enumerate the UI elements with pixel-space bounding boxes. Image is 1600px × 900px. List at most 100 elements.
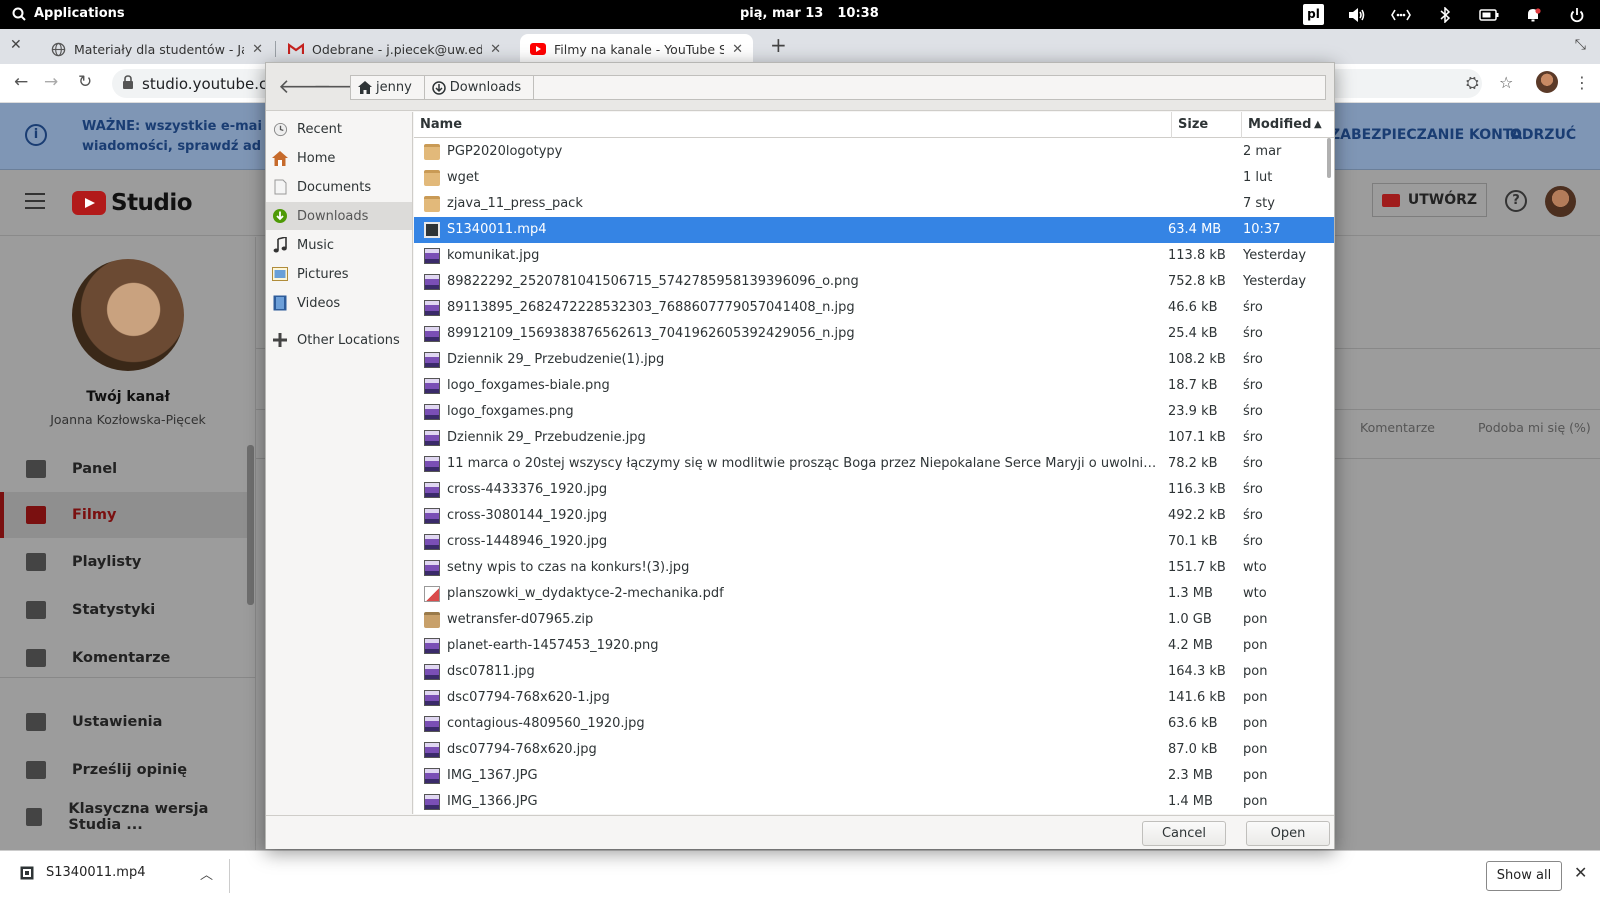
file-row[interactable]: Dziennik 29_ Przebudzenie(1).jpg 108.2 kB… — [414, 347, 1334, 373]
column-modified[interactable]: Modified ▲ — [1242, 112, 1328, 138]
restore-window-icon[interactable]: ⤡ — [1575, 37, 1586, 53]
file-name: wget — [447, 170, 479, 185]
cancel-button[interactable]: Cancel — [1142, 821, 1226, 846]
hamburger-menu-icon[interactable] — [25, 193, 45, 214]
file-row[interactable]: cross-1448946_1920.jpg 70.1 kB śro — [414, 529, 1334, 555]
tab-gmail[interactable]: Odebrane - j.piecek@uw.edu.pl ✕ — [278, 34, 511, 64]
file-row[interactable]: 89822292_2520781041506715_57427859581393… — [414, 269, 1334, 295]
place-music[interactable]: Music — [266, 231, 412, 259]
file-row[interactable]: 11 marca o 20stej wszyscy łączymy się w … — [414, 451, 1334, 477]
dismiss-button[interactable]: ODRZUĆ — [1510, 127, 1576, 143]
breadcrumb-home[interactable]: jenny — [351, 76, 425, 99]
file-row[interactable]: dsc07811.jpg 164.3 kB pon — [414, 659, 1334, 685]
column-size[interactable]: Size — [1172, 112, 1242, 138]
reload-icon[interactable]: ↻ — [78, 72, 92, 92]
sidebar-item-playlists[interactable]: Playlisty — [0, 539, 248, 585]
sidebar-item-classic-studio[interactable]: Klasyczna wersja Studia ... — [0, 794, 248, 840]
file-row[interactable]: cross-4433376_1920.jpg 116.3 kB śro — [414, 477, 1334, 503]
browser-profile-avatar[interactable] — [1536, 71, 1558, 93]
bluetooth-icon[interactable] — [1434, 4, 1456, 25]
chevron-up-icon[interactable]: ︿ — [200, 864, 213, 883]
place-pictures[interactable]: Pictures — [266, 260, 412, 288]
close-window-icon[interactable]: ✕ — [10, 37, 22, 53]
sidebar-item-comments[interactable]: Komentarze — [0, 635, 248, 681]
file-name: logo_foxgames.png — [447, 404, 574, 419]
open-button[interactable]: Open — [1246, 821, 1330, 846]
show-all-button[interactable]: Show all — [1486, 861, 1562, 891]
create-button[interactable]: UTWÓRZ — [1372, 183, 1487, 217]
network-icon[interactable] — [1390, 4, 1412, 25]
sidebar-item-panel[interactable]: Panel — [0, 446, 248, 492]
applications-menu[interactable]: Applications — [12, 6, 125, 21]
file-row[interactable]: Dziennik 29_ Przebudzenie.jpg 107.1 kB śro — [414, 425, 1334, 451]
place-documents[interactable]: Documents — [266, 173, 412, 201]
tab-materials[interactable]: Materiały dla studentów - Jan Kozłowski … — [40, 34, 273, 64]
account-avatar[interactable] — [1545, 186, 1576, 217]
file-row[interactable]: cross-3080144_1920.jpg 492.2 kB śro — [414, 503, 1334, 529]
sidebar-item-analytics[interactable]: Statystyki — [0, 587, 248, 633]
file-row[interactable]: planet-earth-1457453_1920.png 4.2 MB pon — [414, 633, 1334, 659]
bookmark-star-icon[interactable]: ☆ — [1499, 73, 1513, 92]
file-row[interactable]: dsc07794-768x620-1.jpg 141.6 kB pon — [414, 685, 1334, 711]
file-row[interactable]: contagious-4809560_1920.jpg 63.6 kB pon — [414, 711, 1334, 737]
place-downloads[interactable]: Downloads — [266, 202, 412, 230]
music-note-icon — [272, 237, 288, 253]
file-size: 113.8 kB — [1168, 248, 1226, 263]
column-name[interactable]: Name — [414, 112, 1172, 138]
channel-avatar[interactable] — [72, 259, 184, 371]
file-row[interactable]: planszowki_w_dydaktyce-2-mechanika.pdf 1.… — [414, 581, 1334, 607]
volume-icon[interactable] — [1346, 4, 1368, 25]
file-row[interactable]: IMG_1367.JPG 2.3 MB pon — [414, 763, 1334, 789]
place-recent[interactable]: Recent — [266, 115, 412, 143]
file-size: 1.0 GB — [1168, 612, 1212, 627]
document-icon — [272, 179, 288, 195]
column-likes[interactable]: Podoba mi się (%) — [1478, 420, 1591, 435]
file-row[interactable]: PGP2020logotypy 2 mar — [414, 139, 1334, 165]
file-modified: śro — [1243, 326, 1263, 341]
translate-icon[interactable]: ⛭ — [1466, 73, 1479, 93]
breadcrumb-downloads[interactable]: Downloads — [425, 76, 535, 99]
forward-arrow-icon[interactable]: → — [44, 72, 58, 92]
new-tab-button[interactable]: + — [770, 33, 787, 57]
help-icon[interactable]: ? — [1505, 190, 1527, 212]
column-comments[interactable]: Komentarze — [1360, 420, 1435, 435]
file-size: 63.4 MB — [1168, 222, 1222, 237]
place-other-locations[interactable]: Other Locations — [266, 326, 412, 354]
file-row[interactable]: IMG_1366.JPG 1.4 MB pon — [414, 789, 1334, 814]
close-downloads-icon[interactable]: ✕ — [1574, 863, 1587, 882]
clock[interactable]: pią, mar 13 10:38 — [740, 6, 879, 21]
keyboard-layout-indicator[interactable]: pl — [1303, 4, 1324, 25]
browser-menu-icon[interactable]: ⋮ — [1574, 73, 1590, 92]
file-row[interactable]: logo_foxgames-biale.png 18.7 kB śro — [414, 373, 1334, 399]
close-tab-icon[interactable]: ✕ — [252, 42, 263, 57]
sidebar-item-videos[interactable]: Filmy — [0, 492, 248, 538]
tab-youtube-studio[interactable]: Filmy na kanale - YouTube Studio ✕ — [520, 34, 753, 64]
file-row[interactable]: logo_foxgames.png 23.9 kB śro — [414, 399, 1334, 425]
file-row[interactable]: dsc07794-768x620.jpg 87.0 kB pon — [414, 737, 1334, 763]
notification-bell-icon[interactable] — [1522, 4, 1544, 25]
file-row[interactable]: 89113895_2682472228532303_76886077790570… — [414, 295, 1334, 321]
sidebar-item-feedback[interactable]: Prześlij opinię — [0, 747, 248, 793]
image-file-icon — [424, 560, 440, 576]
back-arrow-icon[interactable]: ← — [14, 72, 28, 92]
file-list-scrollbar[interactable] — [1327, 138, 1331, 178]
file-row[interactable]: S1340011.mp4 63.4 MB 10:37 — [414, 217, 1334, 243]
file-row[interactable]: komunikat.jpg 113.8 kB Yesterday — [414, 243, 1334, 269]
sidebar-scrollbar[interactable] — [247, 445, 254, 605]
file-row[interactable]: 89912109_1569383876562613_70419626053924… — [414, 321, 1334, 347]
download-item[interactable]: S1340011.mp4 — [20, 865, 145, 880]
file-row[interactable]: zjava_11_press_pack 7 sty — [414, 191, 1334, 217]
power-icon[interactable] — [1566, 4, 1588, 25]
sidebar-item-settings[interactable]: Ustawienia — [0, 699, 248, 745]
file-name: contagious-4809560_1920.jpg — [447, 716, 645, 731]
close-tab-icon[interactable]: ✕ — [732, 42, 743, 57]
close-tab-icon[interactable]: ✕ — [490, 42, 501, 57]
place-home[interactable]: Home — [266, 144, 412, 172]
studio-logo[interactable]: Studio — [72, 190, 193, 216]
secure-account-button[interactable]: ZABEZPIECZANIE KONTA — [1330, 127, 1522, 143]
file-row[interactable]: wget 1 lut — [414, 165, 1334, 191]
file-row[interactable]: wetransfer-d07965.zip 1.0 GB pon — [414, 607, 1334, 633]
battery-icon[interactable] — [1478, 4, 1500, 25]
file-row[interactable]: setny wpis to czas na konkurs!(3).jpg 151… — [414, 555, 1334, 581]
place-videos[interactable]: Videos — [266, 289, 412, 317]
